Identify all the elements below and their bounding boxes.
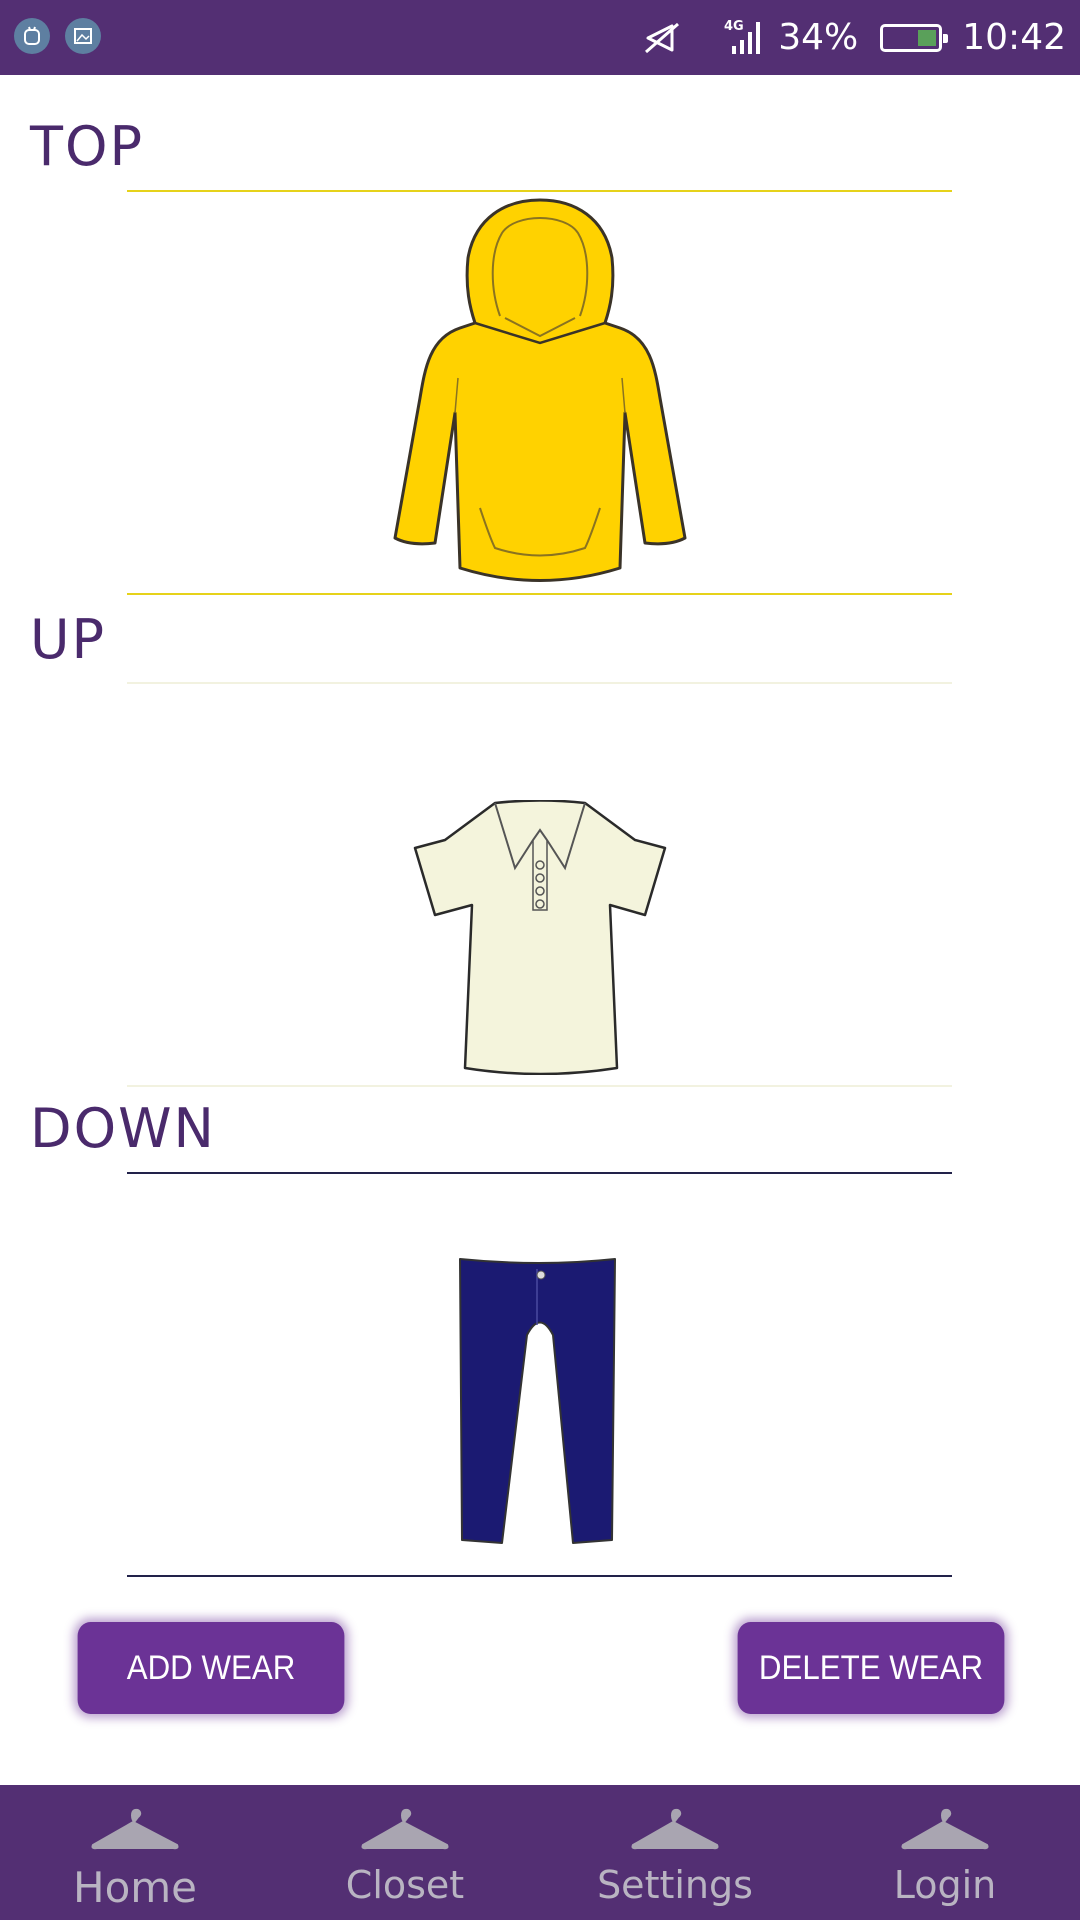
- nav-item-closet[interactable]: Closet: [270, 1785, 540, 1920]
- down-garment-jeans[interactable]: [455, 1255, 625, 1545]
- nav-label-login: Login: [893, 1863, 997, 1907]
- battery-percent: 34%: [778, 17, 859, 58]
- nav-item-login[interactable]: Login: [810, 1785, 1080, 1920]
- clock: 10:42: [962, 17, 1066, 58]
- status-bar: 4G 34% 10:42: [0, 0, 1080, 75]
- section-title-up: UP: [30, 608, 107, 671]
- nav-item-settings[interactable]: Settings: [540, 1785, 810, 1920]
- add-wear-button[interactable]: ADD WEAR: [77, 1622, 345, 1714]
- nav-label-settings: Settings: [597, 1863, 753, 1907]
- mute-icon: [642, 18, 682, 58]
- signal-icon: 4G: [722, 18, 762, 58]
- divider: [127, 1575, 952, 1577]
- section-title-down: DOWN: [30, 1097, 216, 1160]
- divider: [127, 190, 952, 192]
- divider: [127, 682, 952, 684]
- top-garment-hoodie[interactable]: [390, 198, 690, 588]
- screenshot-icon: [65, 18, 101, 54]
- divider: [127, 1085, 952, 1087]
- hanger-icon: [357, 1807, 453, 1861]
- hanger-icon: [897, 1807, 993, 1861]
- hanger-icon: [87, 1807, 183, 1861]
- battery-icon: [880, 23, 949, 52]
- hanger-icon: [627, 1807, 723, 1861]
- nav-label-closet: Closet: [345, 1863, 465, 1907]
- section-title-top: TOP: [30, 115, 145, 178]
- up-garment-polo-shirt[interactable]: [405, 799, 675, 1076]
- divider: [127, 593, 952, 595]
- nav-item-home[interactable]: Home: [0, 1785, 270, 1920]
- android-debug-icon: [14, 18, 50, 54]
- nav-label-home: Home: [72, 1863, 198, 1912]
- bottom-navigation: Home Closet Settings Login: [0, 1785, 1080, 1920]
- delete-wear-button[interactable]: DELETE WEAR: [737, 1622, 1005, 1714]
- svg-text:4G: 4G: [724, 19, 744, 34]
- divider: [127, 1172, 952, 1174]
